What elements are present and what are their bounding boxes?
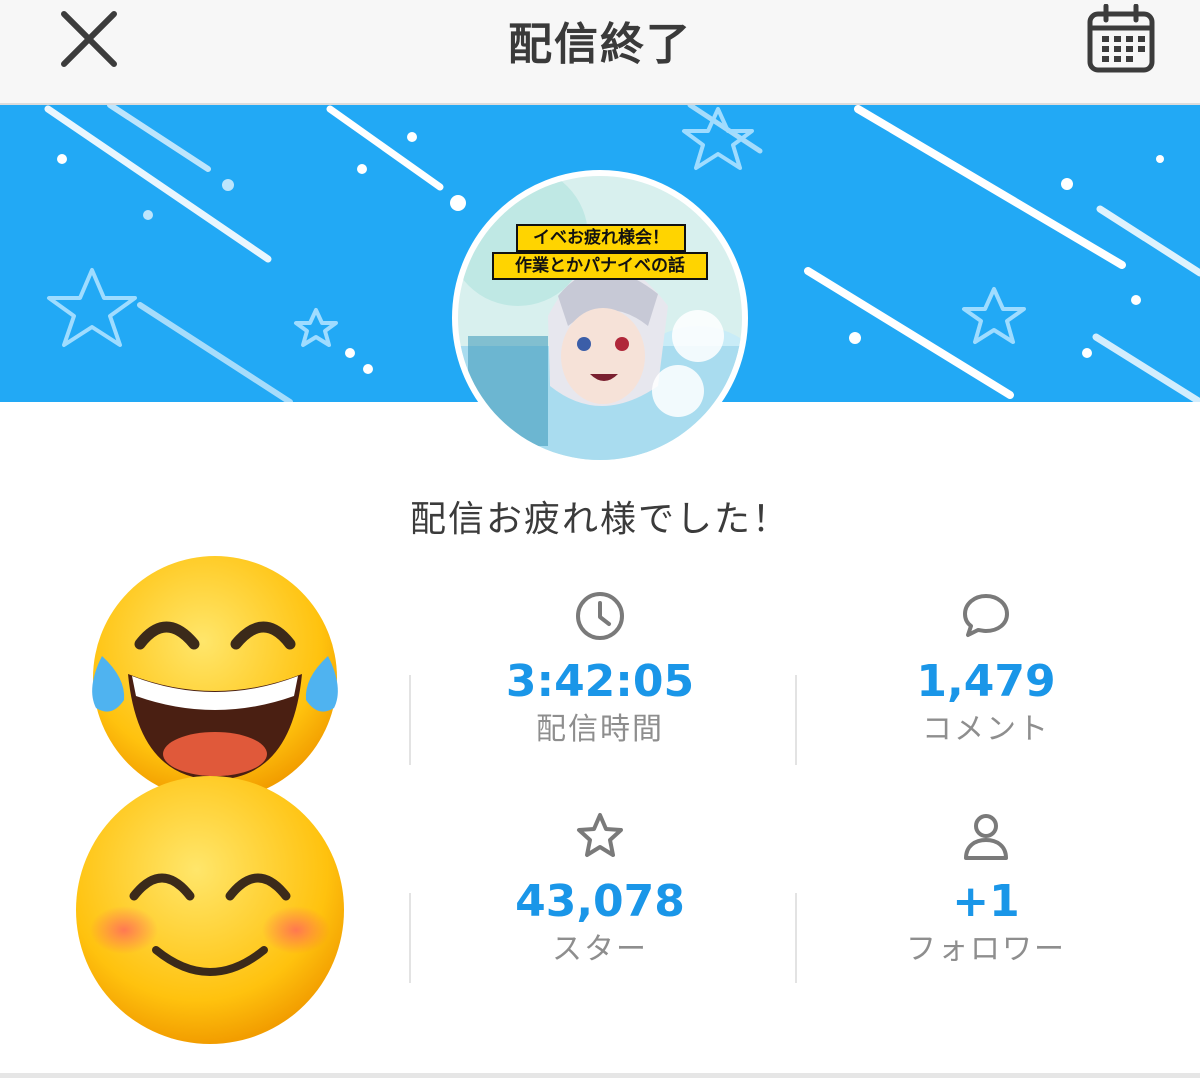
top-bar: 配信終了 [0, 0, 1200, 105]
stat-duration: 3:42:05 配信時間 [450, 590, 750, 750]
divider [409, 893, 411, 983]
stream-thumbnail[interactable]: イベお疲れ様会！ 作業とかパナイベの話 [452, 170, 748, 466]
stars-value: 43,078 [515, 876, 685, 927]
comments-label: コメント [922, 712, 1050, 747]
followers-label: フォロワー [906, 932, 1066, 967]
stat-followers: +1 フォロワー [836, 810, 1136, 970]
comments-value: 1,479 [916, 656, 1056, 707]
thumbnail-artwork [458, 176, 742, 460]
duration-value: 3:42:05 [505, 656, 695, 707]
speech-bubble-icon [963, 594, 1009, 637]
calendar-button[interactable] [1086, 3, 1156, 74]
tears-of-joy-emoji-icon [92, 556, 338, 800]
divider [795, 893, 797, 983]
calendar-icon [1087, 3, 1155, 73]
followers-value: +1 [952, 876, 1020, 927]
stat-stars: 43,078 スター [450, 810, 750, 970]
thumbnail-caption-line1: イベお疲れ様会！ [516, 224, 686, 252]
stat-comments: 1,479 コメント [836, 590, 1136, 750]
duration-label: 配信時間 [536, 712, 664, 747]
bottom-divider [0, 1073, 1200, 1078]
page-title: 配信終了 [508, 19, 692, 70]
smiling-face-emoji-icon [76, 776, 344, 1044]
thumbnail-caption-line2: 作業とかパナイベの話 [492, 252, 708, 280]
star-icon [577, 813, 623, 857]
stars-label: スター [552, 932, 648, 967]
thank-you-message: 配信お疲れ様でした！ [409, 499, 790, 540]
person-icon [964, 814, 1008, 860]
clock-icon [576, 592, 624, 640]
divider [795, 675, 797, 765]
divider [409, 675, 411, 765]
